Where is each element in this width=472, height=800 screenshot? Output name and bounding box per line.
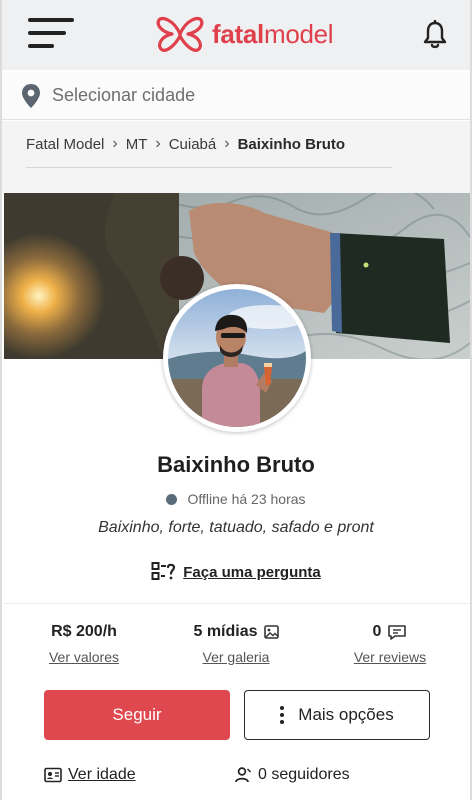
view-age-link[interactable]: Ver idade (44, 766, 136, 784)
more-options-label: Mais opções (298, 705, 394, 724)
chevron-right-icon: › (155, 135, 161, 152)
profile-name: Baixinho Bruto (157, 452, 315, 477)
media-stat: 5 mídias Ver galeria (182, 621, 290, 667)
city-placeholder: Selecionar cidade (52, 85, 196, 105)
reviews-stat: 0 Ver reviews (342, 621, 438, 667)
breadcrumb-item-current: Baixinho Bruto (237, 135, 346, 153)
profile-footer-row: Ver idade 0 seguidores (2, 766, 470, 790)
section-divider (4, 603, 470, 604)
price-value: R$ 200/h (51, 623, 117, 640)
bell-icon[interactable] (422, 20, 448, 50)
id-card-icon (44, 767, 62, 783)
media-value-row: 5 mídias (182, 621, 290, 643)
followers-count: 0 seguidores (234, 766, 350, 784)
ask-question-link[interactable]: Faça uma pergunta (2, 561, 470, 583)
followers-label: 0 seguidores (258, 766, 350, 783)
online-status: Offline há 23 horas (2, 491, 470, 507)
view-age-label: Ver idade (68, 766, 136, 783)
top-header: fatalmodel (2, 0, 470, 70)
breadcrumb-item-city[interactable]: Cuiabá (169, 136, 217, 153)
location-pin-icon (22, 83, 40, 108)
logo-text: fatalmodel (212, 18, 334, 49)
media-value: 5 mídias (193, 623, 258, 640)
chevron-right-icon: › (224, 135, 230, 152)
breadcrumb-item-state[interactable]: MT (126, 136, 148, 153)
question-chat-icon (151, 562, 176, 580)
view-gallery-link[interactable]: Ver galeria (203, 649, 270, 665)
avatar[interactable] (163, 284, 311, 432)
chevron-right-icon: › (112, 135, 118, 152)
profile-stats: R$ 200/h Ver valores 5 mídias Ver galeri… (2, 621, 470, 669)
breadcrumb: Fatal Model › MT › Cuiabá › Baixinho Bru… (2, 121, 470, 193)
hamburger-menu-icon[interactable] (28, 18, 74, 50)
breadcrumb-item-home[interactable]: Fatal Model (26, 136, 104, 153)
image-gallery-icon (263, 625, 279, 639)
more-vertical-icon (280, 705, 285, 726)
view-prices-link[interactable]: Ver valores (49, 649, 119, 665)
more-options-button[interactable]: Mais opções (244, 690, 430, 740)
app-frame: fatalmodel Selecionar cidade Fatal Model… (0, 0, 472, 800)
status-dot-icon (166, 493, 178, 505)
ask-question-label: Faça uma pergunta (183, 563, 321, 581)
follow-button[interactable]: Seguir (44, 690, 230, 740)
reviews-value-row: 0 (342, 621, 438, 643)
profile-bio: Baixinho, forte, tatuado, safado e pront (98, 519, 374, 536)
fatalmodel-logo[interactable]: fatalmodel (154, 14, 334, 54)
status-text: Offline há 23 horas (187, 491, 306, 507)
reviews-value: 0 (372, 623, 382, 640)
breadcrumb-divider (26, 167, 392, 168)
view-reviews-link[interactable]: Ver reviews (354, 649, 426, 665)
review-chat-icon (388, 625, 407, 640)
butterfly-logo-icon (156, 16, 204, 52)
city-selector[interactable]: Selecionar cidade (2, 72, 470, 120)
profile-photo (168, 289, 306, 427)
user-icon (235, 767, 252, 783)
price-stat: R$ 200/h Ver valores (42, 621, 126, 667)
